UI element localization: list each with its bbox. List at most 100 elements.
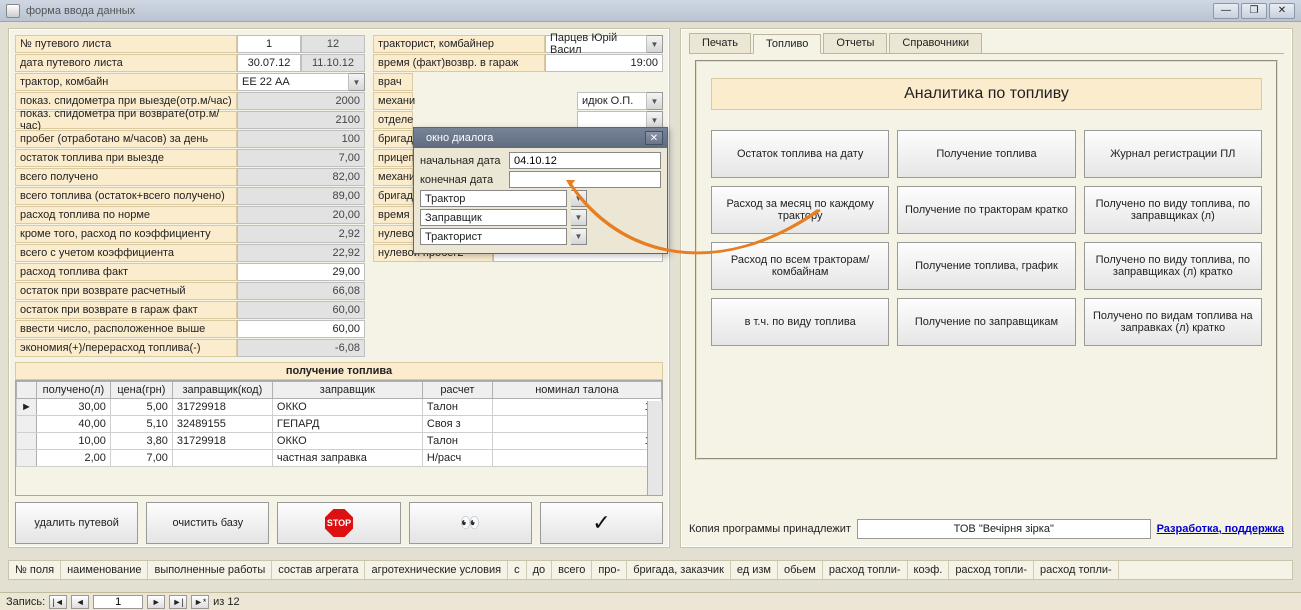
- column-header: № поля: [9, 561, 61, 579]
- column-header: про-: [592, 561, 627, 579]
- chevron-down-icon[interactable]: ▼: [571, 228, 587, 245]
- tab-print[interactable]: Печать: [689, 33, 751, 53]
- col-coupon: номинал талона: [492, 382, 661, 399]
- recnav-first[interactable]: |◄: [49, 595, 67, 609]
- metric-label: всего получено: [15, 168, 237, 186]
- delete-waybill-button[interactable]: удалить путевой: [15, 502, 138, 544]
- analytics-panel: Печать Топливо Отчеты Справочники Аналит…: [680, 28, 1293, 548]
- recnav-current[interactable]: [93, 595, 143, 609]
- check-icon: ✓: [592, 510, 610, 536]
- report-button[interactable]: Получено по виду топлива, по заправщиках…: [1084, 186, 1262, 234]
- mech1-val[interactable]: идюк О.П.: [577, 92, 647, 110]
- tab-reports[interactable]: Отчеты: [823, 33, 887, 53]
- table-scrollbar[interactable]: [647, 401, 662, 495]
- report-button[interactable]: Получено по видам топлива на заправках (…: [1084, 298, 1262, 346]
- stop-icon: STOP: [325, 509, 353, 537]
- metric-value: 2000: [237, 92, 365, 110]
- tab-fuel[interactable]: Топливо: [753, 34, 821, 54]
- label-return-time: время (факт)возвр. в гараж: [373, 54, 545, 72]
- window-close-button[interactable]: ✕: [1269, 3, 1295, 19]
- stop-button[interactable]: STOP: [277, 502, 400, 544]
- recnav-last[interactable]: ►|: [169, 595, 187, 609]
- report-button[interactable]: Получение топлива: [897, 130, 1075, 178]
- dropdown-icon[interactable]: ▼: [647, 35, 663, 53]
- metric-value: 60,00: [237, 301, 365, 319]
- chevron-down-icon[interactable]: ▼: [571, 190, 587, 207]
- recnav-label: Запись:: [6, 596, 45, 608]
- owner-field: ТОВ "Вечірня зірка": [857, 519, 1151, 539]
- report-button[interactable]: Журнал регистрации ПЛ: [1084, 130, 1262, 178]
- label-start-date: начальная дата: [420, 155, 505, 167]
- fuel-table[interactable]: получено(л) цена(грн) заправщик(код) зап…: [15, 380, 663, 496]
- metric-value[interactable]: 29,00: [237, 263, 365, 281]
- col-supplier-code: заправщик(код): [172, 382, 272, 399]
- metric-value: -6,08: [237, 339, 365, 357]
- owner-label: Копия программы принадлежит: [689, 523, 851, 535]
- window-titlebar: форма ввода данных — ❐ ✕: [0, 0, 1301, 22]
- end-date-input[interactable]: [509, 171, 661, 188]
- metric-label: остаток при возврате расчетный: [15, 282, 237, 300]
- tractor-select[interactable]: ЕЕ 22 АА: [237, 73, 349, 91]
- recnav-prev[interactable]: ◄: [71, 595, 89, 609]
- window-title: форма ввода данных: [26, 5, 135, 17]
- date-range-dialog: окно диалога ✕ начальная дата конечная д…: [413, 127, 668, 254]
- report-button[interactable]: Получение по заправщикам: [897, 298, 1075, 346]
- ok-button[interactable]: ✓: [540, 502, 663, 544]
- table-row[interactable]: 2,007,00 частная заправкаН/расч: [17, 450, 662, 467]
- column-header: до: [527, 561, 553, 579]
- support-link[interactable]: Разработка, поддержка: [1157, 523, 1284, 535]
- waybill-no-to: 12: [301, 35, 365, 53]
- tab-directories[interactable]: Справочники: [889, 33, 982, 53]
- metric-value: 22,92: [237, 244, 365, 262]
- col-supplier: заправщик: [272, 382, 422, 399]
- dialog-sel-driver[interactable]: Тракторист: [420, 228, 567, 245]
- metric-label: остаток при возврате в гараж факт: [15, 301, 237, 319]
- report-button[interactable]: Расход за месяц по каждому трактору: [711, 186, 889, 234]
- waybill-date-from[interactable]: 30.07.12: [237, 54, 301, 72]
- column-header: с: [508, 561, 527, 579]
- window-minimize-button[interactable]: —: [1213, 3, 1239, 19]
- binoculars-icon: 👀: [460, 513, 480, 533]
- start-date-input[interactable]: [509, 152, 661, 169]
- col-price: цена(грн): [110, 382, 172, 399]
- dropdown-icon[interactable]: ▼: [647, 92, 663, 110]
- recnav-new[interactable]: ►*: [191, 595, 209, 609]
- dialog-sel-tractor[interactable]: Трактор: [420, 190, 567, 207]
- label-waybill-no: № путевого листа: [15, 35, 237, 53]
- report-button[interactable]: Остаток топлива на дату: [711, 130, 889, 178]
- recnav-of: из 12: [213, 596, 239, 608]
- dialog-title: окно диалога: [426, 132, 493, 144]
- metric-value: 89,00: [237, 187, 365, 205]
- chevron-down-icon[interactable]: ▼: [571, 209, 587, 226]
- table-row[interactable]: 40,005,10 32489155ГЕПАРДСвоя з: [17, 416, 662, 433]
- tractor-dropdown-icon[interactable]: ▼: [349, 73, 365, 91]
- metric-value: 2,92: [237, 225, 365, 243]
- table-row[interactable]: 10,003,80 31729918ОККОТалон10: [17, 433, 662, 450]
- label-mech1: механи: [373, 92, 413, 110]
- report-button[interactable]: Получение по тракторам кратко: [897, 186, 1075, 234]
- report-button[interactable]: в т.ч. по виду топлива: [711, 298, 889, 346]
- dialog-close-button[interactable]: ✕: [645, 131, 663, 145]
- find-button[interactable]: 👀: [409, 502, 532, 544]
- metric-label: экономия(+)/перерасход топлива(-): [15, 339, 237, 357]
- report-button[interactable]: Расход по всем тракторам/комбайнам: [711, 242, 889, 290]
- return-time[interactable]: 19:00: [545, 54, 663, 72]
- metric-value: 20,00: [237, 206, 365, 224]
- driver-select[interactable]: Парцев Юрій Васил: [545, 35, 647, 53]
- metric-label: остаток топлива при выезде: [15, 149, 237, 167]
- window-restore-button[interactable]: ❐: [1241, 3, 1267, 19]
- table-row[interactable]: ► 30,005,00 31729918ОККОТалон15: [17, 399, 662, 416]
- report-button[interactable]: Получение топлива, график: [897, 242, 1075, 290]
- metric-label: расход топлива по норме: [15, 206, 237, 224]
- dialog-sel-supplier[interactable]: Заправщик: [420, 209, 567, 226]
- report-button[interactable]: Получено по виду топлива, по заправщиках…: [1084, 242, 1262, 290]
- clear-db-button[interactable]: очистить базу: [146, 502, 269, 544]
- column-header: агротехнические условия: [365, 561, 508, 579]
- tabs: Печать Топливо Отчеты Справочники: [689, 33, 1284, 54]
- waybill-no-from[interactable]: 1: [237, 35, 301, 53]
- metric-value: 82,00: [237, 168, 365, 186]
- recnav-next[interactable]: ►: [147, 595, 165, 609]
- metric-value[interactable]: 60,00: [237, 320, 365, 338]
- metric-value: 2100: [237, 111, 365, 129]
- label-end-date: конечная дата: [420, 174, 505, 186]
